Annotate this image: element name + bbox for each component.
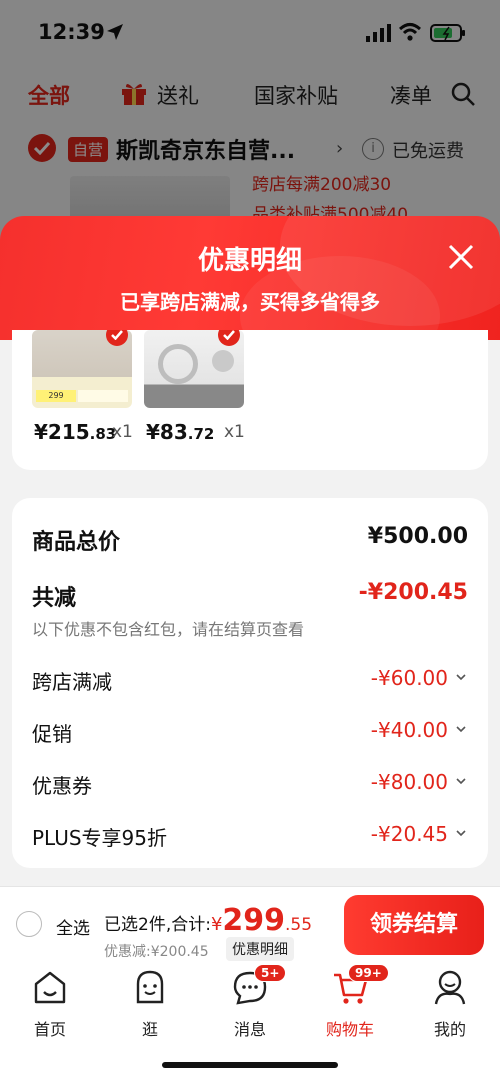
checkout-button[interactable]: 领券结算 xyxy=(344,895,484,955)
total-price-value: ¥500.00 xyxy=(367,524,468,549)
discount-label: PLUS专享95折 xyxy=(32,826,167,850)
select-all-label[interactable]: 全选 xyxy=(56,914,90,939)
discount-sheet-body: 299 ¥215.83 x1 ¥83.72 x1 商品总价 ¥500.00 共减… xyxy=(0,330,500,886)
nav-profile-label: 我的 xyxy=(433,1020,466,1039)
discount-label: 促销 xyxy=(32,722,72,746)
reduction-note: 以下优惠不包含红包，请在结算页查看 xyxy=(32,620,305,639)
sheet-title: 优惠明细 xyxy=(197,246,302,276)
select-all-radio[interactable] xyxy=(16,911,42,937)
discover-face-icon xyxy=(136,970,164,1004)
chevron-down-icon[interactable] xyxy=(454,722,468,736)
nav-messages-label: 消息 xyxy=(233,1020,266,1039)
discount-label: 优惠券 xyxy=(32,774,92,798)
home-indicator xyxy=(162,1062,338,1068)
profile-icon xyxy=(434,970,466,1005)
total-summary: 已选2件,合计:¥299.55 xyxy=(104,903,313,938)
discount-label: 跨店满减 xyxy=(32,670,112,694)
product-quantity: x1 xyxy=(224,422,245,442)
selected-products-card: 299 ¥215.83 x1 ¥83.72 x1 xyxy=(12,330,488,470)
product-image-shoes[interactable]: 299 xyxy=(32,330,132,408)
nav-messages[interactable]: 5+ 消息 xyxy=(210,964,290,1039)
discount-value: -¥60.00 xyxy=(370,666,448,690)
message-badge: 5+ xyxy=(254,964,287,982)
close-icon[interactable] xyxy=(446,242,476,272)
discount-value: -¥20.45 xyxy=(370,822,448,846)
chevron-down-icon[interactable] xyxy=(454,670,468,684)
product-quantity: x1 xyxy=(112,422,133,442)
discount-sheet-header: 优惠明细 已享跨店满减，买得多省得多 xyxy=(0,216,500,340)
nav-profile[interactable]: 我的 xyxy=(410,968,490,1039)
nav-discover-label: 逛 xyxy=(141,1020,158,1039)
nav-cart[interactable]: 99+ 购物车 xyxy=(310,964,390,1039)
product-price: ¥83.72 xyxy=(146,420,215,444)
nav-cart-label: 购物车 xyxy=(325,1020,374,1039)
chevron-down-icon[interactable] xyxy=(454,774,468,788)
nav-home-label: 首页 xyxy=(33,1020,66,1039)
product-checkbox[interactable] xyxy=(106,330,128,346)
checkout-bar: 全选 已选2件,合计:¥299.55 优惠减:¥200.45 优惠明细 领券结算 xyxy=(0,886,500,962)
bottom-nav: 首页 逛 5+ 消息 99+ 购物车 我的 xyxy=(0,962,500,1083)
product-image-massager[interactable] xyxy=(144,330,244,408)
cart-badge: 99+ xyxy=(348,964,389,982)
total-reduction-value: -¥200.45 xyxy=(358,580,468,605)
chevron-down-icon[interactable] xyxy=(454,826,468,840)
sheet-subtitle: 已享跨店满减，买得多省得多 xyxy=(120,290,380,314)
discount-value: -¥40.00 xyxy=(370,718,448,742)
discount-value: -¥80.00 xyxy=(370,770,448,794)
product-price: ¥215.83 xyxy=(34,420,117,444)
nav-discover[interactable]: 逛 xyxy=(110,968,190,1039)
total-reduction-label: 共减 xyxy=(32,586,77,611)
product-checkbox[interactable] xyxy=(218,330,240,346)
product-tag: 299 xyxy=(36,390,76,402)
discount-detail-button[interactable]: 优惠明细 xyxy=(226,937,294,961)
nav-home[interactable]: 首页 xyxy=(10,968,90,1039)
home-icon xyxy=(34,971,66,1004)
total-price-label: 商品总价 xyxy=(32,530,121,555)
price-summary-card: 商品总价 ¥500.00 共减 -¥200.45 以下优惠不包含红包，请在结算页… xyxy=(12,498,488,868)
saved-amount: 优惠减:¥200.45 xyxy=(104,944,209,960)
